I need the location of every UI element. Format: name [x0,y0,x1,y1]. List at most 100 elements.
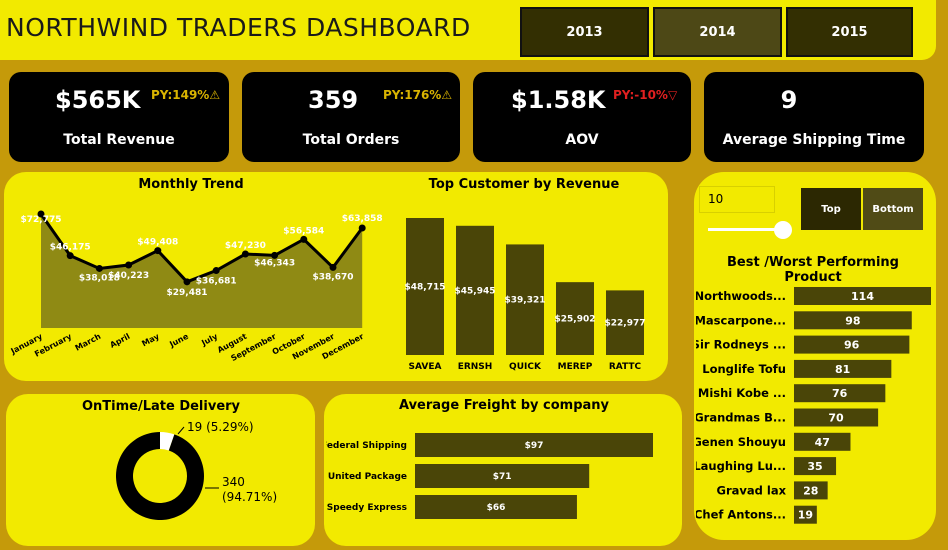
trend-month-label: April [108,332,131,350]
product-value-label: 81 [835,363,850,376]
kpi-value: 359 [308,86,359,114]
kpi-py-text: PY:176% [383,88,442,102]
customer-value-label: $39,321 [505,296,546,306]
customer-name-label: QUICK [509,362,542,372]
product-name-label: Longlife Tofu [702,362,786,376]
product-value-label: 35 [807,460,822,473]
trend-point [125,261,133,269]
customer-value-label: $25,902 [555,315,596,325]
trend-point [358,224,366,232]
year-button-2015[interactable]: 2015 [786,7,913,57]
trend-point [183,278,191,286]
trend-month-label: May [140,331,161,348]
product-name-label: Chef Antons... [696,508,786,522]
top-customer-title: Top Customer by Revenue [428,177,620,192]
product-value-label: 28 [803,484,818,497]
kpi-py-text: PY:149% [151,88,210,102]
freight-chart: $97 Federal Shipping $71 United Package $66 S… [326,433,653,519]
product-name-label: Sir Rodneys ... [696,338,786,352]
trend-data-label: $56,584 [283,226,324,236]
product-value-label: 114 [851,290,874,303]
kpi-label: Average Shipping Time [722,132,906,148]
trend-month-label: March [74,332,103,353]
freight-title: Average Freight by company [398,398,610,413]
freight-company-label: Speedy Express [327,503,407,513]
trend-data-label: $29,481 [167,288,208,298]
year-button-2013[interactable]: 2013 [520,7,649,57]
delivery-donut-chart: 19 (5.29%) 340(94.71%) [116,420,277,520]
product-name-label: Northwoods... [696,289,786,303]
year-button-2014[interactable]: 2014 [653,7,782,57]
freight-value-label: $71 [493,472,512,482]
product-value-label: 98 [845,314,860,327]
kpi-py-change: PY:176%⚠ [383,88,452,102]
down-triangle-icon: ▽ [667,88,678,102]
trend-data-label: $36,681 [196,277,237,287]
kpi-card-revenue: $565K PY:149%⚠ Total Revenue [9,72,229,162]
customer-name-label: SAVEA [409,362,442,372]
ontime-percent-label: (94.71%) [222,490,277,504]
product-chart-title: Best /Worst Performing Product [727,255,899,285]
monthly-trend-chart: $72,775January$46,175February$38,018Marc… [9,210,383,363]
header-bar: NORTHWIND TRADERS DASHBOARD 2013 2014 20… [0,0,936,60]
freight-value-label: $66 [487,503,506,513]
trend-data-label: $46,175 [50,243,91,253]
kpi-value: 9 [780,86,798,114]
customer-name-label: RATTC [609,362,642,372]
customer-name-label: MEREP [558,362,593,372]
product-name-label: Grandmas B... [696,411,786,425]
topn-input[interactable]: 10 [699,186,775,213]
kpi-py-text: PY:-10% [613,88,668,102]
bottom-button[interactable]: Bottom [863,188,923,230]
trend-point [329,263,337,271]
trend-data-label: $46,343 [254,258,295,268]
trend-point [95,264,103,272]
kpi-label: Total Revenue [63,132,175,148]
trend-point [300,235,308,243]
topn-slider[interactable] [708,221,792,239]
product-value-label: 96 [844,339,860,352]
slider-handle[interactable] [774,221,792,239]
top-button[interactable]: Top [801,188,861,230]
trend-point [154,247,162,255]
top-customer-chart: $48,715 SAVEA $45,945 ERNSH $39,321 QUICK $25,… [405,218,646,372]
kpi-label: AOV [565,132,599,148]
kpi-card-shipping: 9 Average Shipping Time [704,72,924,162]
kpi-value: $565K [55,86,141,114]
customer-name-label: ERNSH [458,362,493,372]
customer-value-label: $48,715 [405,283,446,293]
kpi-card-aov: $1.58K PY:-10%▽ AOV [473,72,691,162]
monthly-trend-title: Monthly Trend [138,177,244,192]
product-name-label: Laughing Lu... [696,459,786,473]
product-name-label: Mishi Kobe ... [698,386,786,400]
trend-point [241,250,249,258]
trend-data-label: $40,223 [108,271,149,281]
kpi-label: Total Orders [302,132,400,148]
freight-value-label: $97 [525,441,544,451]
product-value-label: 70 [828,412,844,425]
trend-point [212,267,220,275]
warning-triangle-icon: ⚠ [441,88,453,102]
product-name-label: Gravad lax [717,483,787,497]
ontime-count-label: 340 [222,475,245,489]
product-value-label: 47 [815,436,830,449]
late-label: 19 (5.29%) [187,420,254,434]
product-name-label: Mascarpone... [696,313,786,327]
kpi-py-change: PY:-10%▽ [613,88,677,102]
dashboard-title: NORTHWIND TRADERS DASHBOARD [6,13,471,42]
delivery-title: OnTime/Late Delivery [81,399,241,414]
trend-point [66,252,74,260]
freight-company-label: Federal Shipping [326,441,407,451]
trend-data-label: $49,408 [137,238,178,248]
kpi-card-orders: 359 PY:176%⚠ Total Orders [242,72,460,162]
trend-month-label: June [167,332,190,350]
customer-value-label: $22,977 [605,319,646,329]
kpi-py-change: PY:149%⚠ [151,88,220,102]
warning-triangle-icon: ⚠ [209,88,221,102]
trend-data-label: $38,670 [313,272,354,282]
customer-value-label: $45,945 [455,286,496,296]
trend-data-label: $63,858 [342,214,383,224]
freight-company-label: United Package [328,472,407,482]
product-value-label: 19 [798,509,813,522]
product-name-label: Genen Shouyu [696,435,786,449]
